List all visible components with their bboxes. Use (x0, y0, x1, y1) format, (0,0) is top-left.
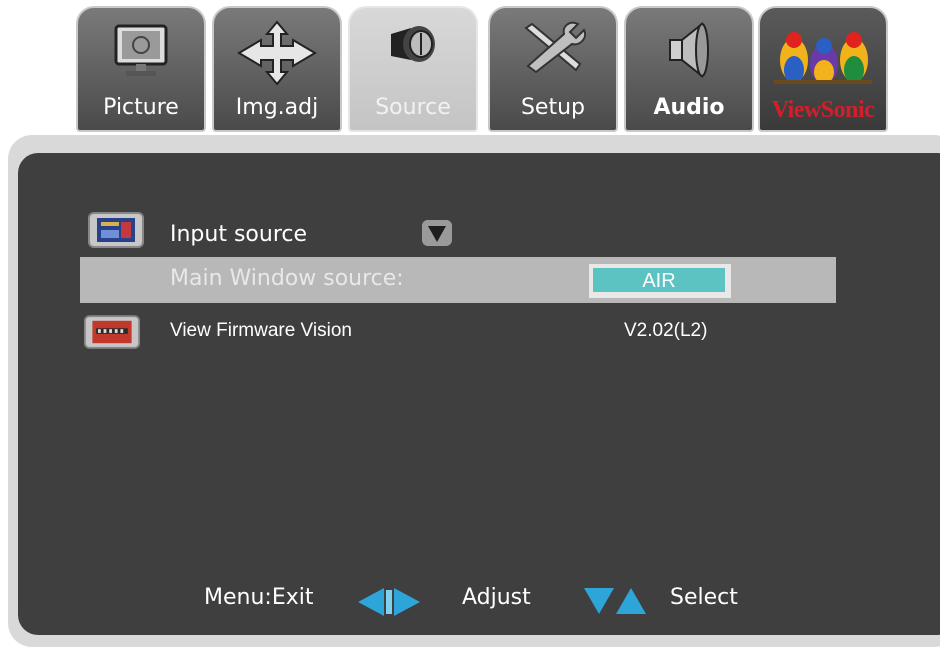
menu-exit-hint: Menu:Exit (204, 585, 314, 610)
viewsonic-logo-text: ViewSonic (771, 97, 875, 123)
main-window-label: Main Window source: (170, 266, 404, 291)
main-window-value-box[interactable]: AIR (589, 264, 731, 298)
tab-label: Audio (653, 95, 725, 120)
firmware-icon (84, 315, 140, 349)
tools-icon (524, 21, 586, 74)
tab-picture[interactable]: Picture (76, 6, 206, 132)
input-source-icon (88, 212, 144, 248)
monitor-icon (114, 24, 168, 76)
up-down-arrows-icon (584, 588, 646, 614)
dropdown-arrow-icon[interactable] (422, 220, 452, 246)
tab-label: Setup (520, 95, 586, 120)
tab-source[interactable]: Source (348, 6, 478, 132)
tab-audio[interactable]: Audio (624, 6, 754, 132)
speaker-icon (669, 21, 709, 79)
tab-img-adj[interactable]: Img.adj (212, 6, 342, 132)
tab-viewsonic-logo: ViewSonic (758, 6, 888, 132)
viewsonic-birds-logo (774, 32, 872, 84)
menu-panel (18, 153, 940, 635)
select-hint: Select (670, 585, 738, 610)
tab-label: Picture (103, 95, 179, 120)
input-source-label: Input source (170, 222, 308, 247)
move-arrows-icon (237, 20, 317, 86)
tab-label: Img.adj (235, 95, 319, 120)
adjust-hint: Adjust (462, 585, 531, 610)
firmware-value: V2.02(L2) (624, 320, 708, 341)
main-window-value: AIR (593, 268, 725, 292)
plug-icon (391, 26, 435, 62)
tab-setup[interactable]: Setup (488, 6, 618, 132)
left-right-arrows-icon (358, 588, 420, 616)
firmware-label: View Firmware Vision (170, 320, 352, 341)
tab-label: Source (375, 95, 451, 120)
